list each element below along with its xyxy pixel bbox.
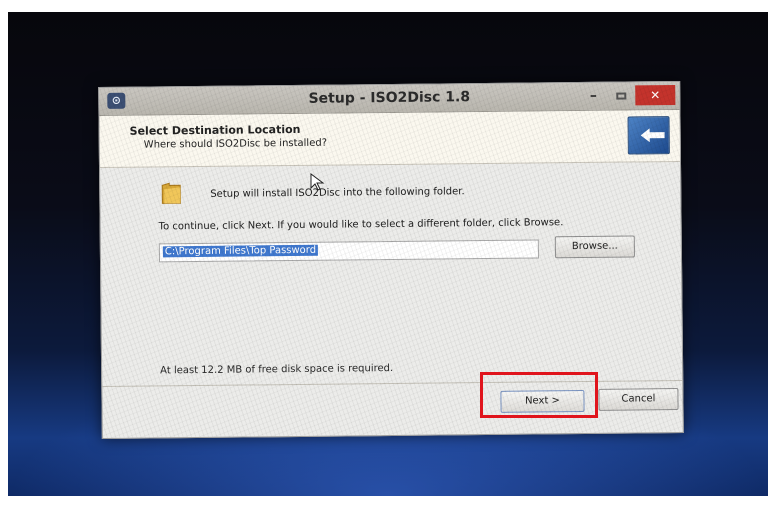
folder-icon: [161, 182, 181, 204]
arrow-left-icon: [640, 128, 665, 143]
page-title: Select Destination Location: [129, 122, 301, 138]
page-subtitle: Where should ISO2Disc be installed?: [143, 137, 328, 151]
minimize-icon[interactable]: –: [581, 86, 605, 106]
wizard-header: Select Destination Location Where should…: [99, 109, 680, 169]
browse-button[interactable]: Browse...: [554, 235, 635, 259]
monitor-screen: ⊙ Setup - ISO2Disc 1.8 – ✕ Select Destin…: [8, 12, 768, 496]
close-icon[interactable]: ✕: [635, 85, 676, 106]
intro-text: Setup will install ISO2Disc into the fol…: [210, 186, 465, 200]
disk-space-text: At least 12.2 MB of free disk space is r…: [160, 362, 394, 377]
wizard-content: Setup will install ISO2Disc into the fol…: [100, 162, 682, 386]
install-path-input[interactable]: C:\Program Files\Top Password: [158, 239, 539, 263]
maximize-icon[interactable]: [609, 85, 633, 105]
wizard-image: [627, 116, 670, 155]
cancel-button[interactable]: Cancel: [598, 387, 679, 411]
mouse-cursor-icon: [310, 173, 325, 191]
install-path-value: C:\Program Files\Top Password: [162, 244, 319, 258]
instruction-text: To continue, click Next. If you would li…: [158, 217, 564, 233]
next-button-highlight: [480, 372, 598, 418]
